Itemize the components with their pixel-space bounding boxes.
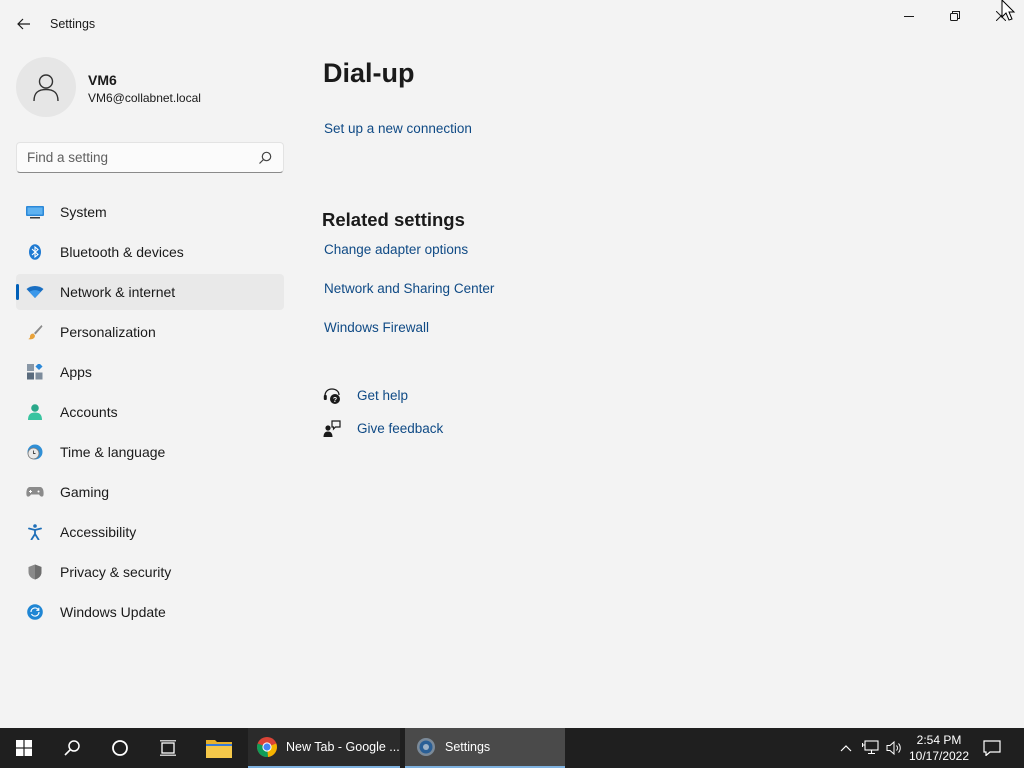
sidebar-item-system[interactable]: System — [16, 194, 284, 230]
sidebar-nav: System Bluetooth & devices Network & int… — [16, 194, 284, 634]
gamepad-icon — [26, 484, 44, 500]
sidebar-item-personalization[interactable]: Personalization — [16, 314, 284, 350]
taskbar: New Tab - Google ... Settings 2:54 PM 10… — [0, 728, 1024, 768]
mouse-cursor-icon — [1001, 0, 1016, 21]
sidebar-item-label: Apps — [60, 364, 92, 380]
sidebar-item-label: Privacy & security — [60, 564, 172, 580]
title-bar: Settings — [0, 0, 1024, 48]
update-icon — [26, 604, 44, 620]
taskbar-clock[interactable]: 2:54 PM 10/17/2022 — [906, 732, 972, 764]
wifi-icon — [26, 284, 44, 300]
accounts-icon — [26, 404, 44, 420]
volume-tray-button[interactable] — [884, 728, 906, 768]
sidebar-item-label: Bluetooth & devices — [60, 244, 184, 260]
taskbar-app-label: Settings — [445, 740, 491, 754]
accessibility-icon — [26, 524, 44, 540]
search-icon[interactable] — [257, 150, 273, 166]
sidebar-item-label: Time & language — [60, 444, 166, 460]
change-adapter-options-link[interactable]: Change adapter options — [324, 242, 468, 257]
page-title: Dial-up — [323, 58, 415, 88]
action-center-button[interactable] — [980, 728, 1004, 768]
search-input[interactable] — [17, 143, 247, 172]
apps-icon — [26, 364, 44, 380]
file-explorer-button[interactable] — [194, 728, 244, 768]
sidebar-item-privacy-security[interactable]: Privacy & security — [16, 554, 284, 590]
back-button[interactable] — [12, 13, 36, 35]
clock-time: 2:54 PM — [916, 733, 962, 747]
show-hidden-icons-button[interactable] — [836, 728, 856, 768]
system-icon — [26, 204, 44, 220]
sidebar-item-network[interactable]: Network & internet — [16, 274, 284, 310]
sidebar-item-accounts[interactable]: Accounts — [16, 394, 284, 430]
sidebar-item-label: Personalization — [60, 324, 156, 340]
sidebar-item-bluetooth[interactable]: Bluetooth & devices — [16, 234, 284, 270]
chevron-up-icon — [840, 745, 852, 752]
sidebar-item-apps[interactable]: Apps — [16, 354, 284, 390]
user-email: VM6@collabnet.local — [88, 91, 201, 105]
brush-icon — [26, 324, 44, 340]
windows-logo-icon — [16, 740, 32, 756]
get-help-icon: ? — [323, 388, 340, 404]
folder-icon — [206, 740, 232, 758]
user-name: VM6 — [88, 72, 117, 88]
restore-button[interactable] — [932, 0, 978, 32]
search-icon — [64, 740, 80, 756]
task-view-button[interactable] — [144, 728, 192, 768]
user-icon — [33, 74, 59, 102]
sidebar-item-label: System — [60, 204, 107, 220]
cortana-circle-icon — [112, 740, 128, 756]
app-title: Settings — [50, 17, 96, 31]
volume-icon — [886, 740, 901, 756]
sidebar-item-label: Network & internet — [60, 284, 176, 300]
taskbar-search-button[interactable] — [48, 728, 96, 768]
network-sharing-center-link[interactable]: Network and Sharing Center — [324, 281, 494, 296]
windows-firewall-link[interactable]: Windows Firewall — [324, 320, 429, 335]
chrome-icon — [257, 737, 277, 758]
give-feedback-icon — [323, 420, 341, 437]
sidebar-item-gaming[interactable]: Gaming — [16, 474, 284, 510]
give-feedback-link[interactable]: Give feedback — [357, 421, 443, 436]
network-wired-icon — [862, 740, 879, 755]
sidebar-item-label: Accessibility — [60, 524, 137, 540]
clock-globe-icon — [26, 444, 44, 460]
start-button[interactable] — [0, 728, 48, 768]
clock-date: 10/17/2022 — [908, 749, 970, 763]
sidebar-item-windows-update[interactable]: Windows Update — [16, 594, 284, 630]
network-tray-button[interactable] — [860, 728, 882, 768]
taskbar-app-chrome[interactable]: New Tab - Google ... — [248, 728, 400, 768]
task-view-icon — [160, 740, 176, 756]
sidebar-item-label: Accounts — [60, 404, 118, 420]
taskbar-app-label: New Tab - Google ... — [286, 740, 400, 754]
taskbar-app-settings[interactable]: Settings — [405, 728, 565, 768]
sidebar-item-label: Gaming — [60, 484, 110, 500]
sidebar-item-label: Windows Update — [60, 604, 166, 620]
cortana-button[interactable] — [96, 728, 144, 768]
bluetooth-icon — [26, 244, 44, 260]
notification-icon — [983, 740, 1001, 756]
settings-gear-icon — [417, 738, 435, 756]
restore-icon — [950, 11, 960, 21]
sidebar-item-time-language[interactable]: Time & language — [16, 434, 284, 470]
shield-icon — [26, 564, 44, 580]
related-settings-heading: Related settings — [322, 209, 465, 230]
svg-text:?: ? — [333, 397, 337, 404]
sidebar-item-accessibility[interactable]: Accessibility — [16, 514, 284, 550]
setup-new-connection-link[interactable]: Set up a new connection — [324, 121, 472, 136]
search-box[interactable] — [16, 142, 284, 173]
back-arrow-icon — [17, 18, 30, 30]
minimize-icon — [904, 16, 914, 17]
minimize-button[interactable] — [886, 0, 932, 32]
get-help-link[interactable]: Get help — [357, 388, 408, 403]
avatar[interactable] — [16, 57, 76, 117]
